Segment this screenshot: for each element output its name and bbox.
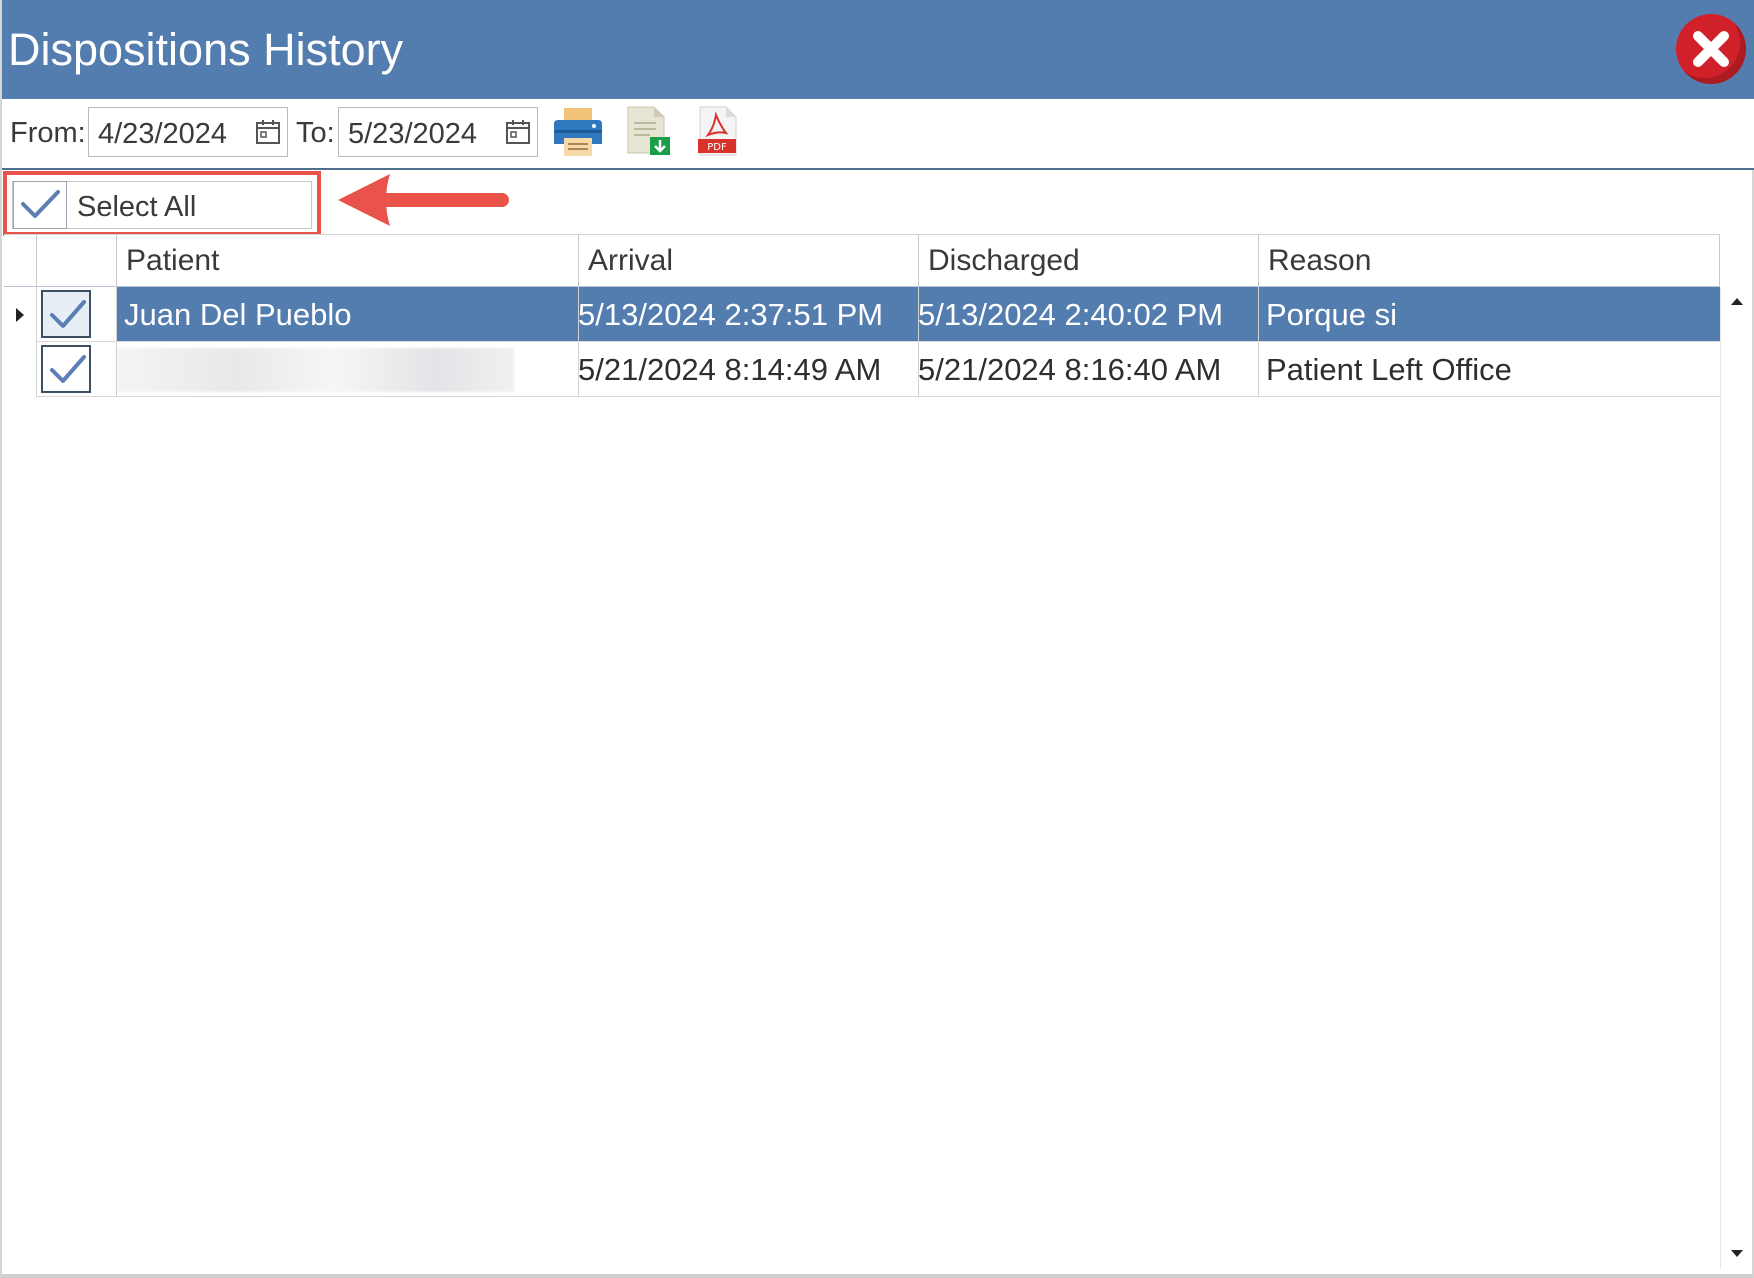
column-header-reason[interactable]: Reason [1258,235,1720,287]
pdf-icon-text: PDF [707,142,727,153]
redacted-patient-name [116,348,514,392]
header-indicator-cell [4,235,36,287]
cell-discharged: 5/13/2024 2:40:02 PM [918,297,1224,332]
column-header-patient[interactable]: Patient [116,235,578,287]
cell-arrival: 5/21/2024 8:14:49 AM [578,352,882,387]
title-bar: Dispositions History [2,0,1754,99]
cell-patient: Juan Del Pueblo [124,297,352,332]
cell-arrival: 5/13/2024 2:37:51 PM [578,297,884,332]
column-divider [116,287,117,397]
select-all-label: Select All [77,191,197,223]
select-all-check-box[interactable] [13,181,67,229]
select-all-checkbox[interactable]: Select All [12,181,312,229]
row-checkbox[interactable] [41,290,91,338]
row-check-cell [36,287,116,342]
left-arrow-icon [338,174,509,226]
from-label: From: [10,117,86,149]
calendar-icon[interactable] [255,119,281,145]
checkmark-icon [21,190,60,218]
scroll-down-button[interactable] [1721,1240,1753,1268]
scroll-down-arrow-icon [1731,1250,1743,1257]
column-header-arrival[interactable]: Arrival [578,235,918,287]
checkmark-icon [50,300,86,328]
current-row-triangle-icon [16,308,24,322]
printer-icon[interactable] [552,106,604,158]
table-row[interactable]: Juan Del Pueblo 5/13/2024 2:37:51 PM 5/1… [4,287,1720,342]
table-row[interactable]: 5/21/2024 8:14:49 AM 5/21/2024 8:16:40 A… [4,342,1720,397]
select-all-row: Select All [2,170,1754,236]
checkmark-icon [50,355,86,383]
column-divider [1258,287,1259,397]
close-button[interactable] [1676,14,1746,84]
to-date-value: 5/23/2024 [348,118,478,150]
to-label: To: [296,117,335,149]
close-icon [1693,31,1729,67]
calendar-icon[interactable] [505,119,531,145]
export-document-icon[interactable] [624,105,672,157]
from-date-field[interactable]: 4/23/2024 [88,107,288,157]
header-check-cell [36,235,116,287]
dispositions-grid: Patient Arrival Discharged Reason Juan D… [4,234,1720,1268]
pdf-icon[interactable]: PDF [696,105,740,157]
vertical-scrollbar[interactable] [1720,288,1752,1268]
scroll-up-button[interactable] [1721,288,1753,316]
column-divider [918,287,919,397]
window-title: Dispositions History [8,24,404,75]
column-header-discharged[interactable]: Discharged [918,235,1258,287]
toolbar: From: 4/23/2024 To: 5/23/2024 PDF [2,99,1754,170]
cell-discharged: 5/21/2024 8:16:40 AM [918,352,1222,387]
from-date-value: 4/23/2024 [98,118,228,150]
row-check-cell [36,342,116,397]
to-date-field[interactable]: 5/23/2024 [338,107,538,157]
row-checkbox[interactable] [41,345,91,393]
cell-reason: Patient Left Office [1266,352,1512,387]
column-divider [578,287,579,397]
dispositions-history-window: Dispositions History From: 4/23/2024 To:… [0,0,1754,1278]
scroll-up-arrow-icon [1731,298,1743,305]
cell-reason: Porque si [1266,297,1397,332]
grid-header: Patient Arrival Discharged Reason [4,234,1720,287]
